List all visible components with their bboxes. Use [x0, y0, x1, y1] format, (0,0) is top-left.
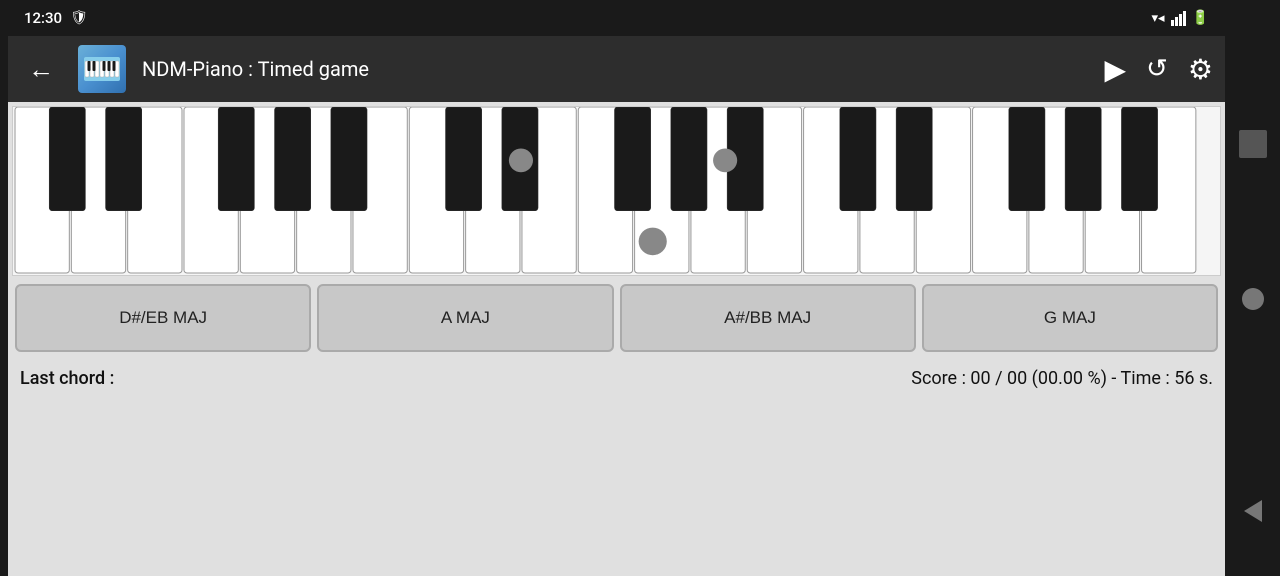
piano-dot-2	[713, 149, 737, 173]
last-chord-label: Last chord :	[20, 368, 114, 389]
app-icon	[78, 45, 126, 93]
piano-dot-3	[639, 228, 667, 256]
chord-button-1[interactable]: D#/EB MAJ	[15, 284, 311, 352]
status-bar-left: 12:30 🛡	[24, 9, 88, 27]
toolbar-actions: ▶ ↺ ⚙	[1105, 53, 1213, 86]
wifi-icon: ▾◂	[1152, 11, 1165, 26]
chord-button-4[interactable]: G MAJ	[922, 284, 1218, 352]
bottom-status: Last chord : Score : 00 / 00 (00.00 %) -…	[8, 360, 1225, 397]
left-sidebar	[0, 0, 8, 576]
sidebar-rect-icon	[1239, 130, 1267, 158]
toolbar: ← NDM-Piano : Timed gam	[8, 36, 1225, 102]
piano-keyboard-svg[interactable]: .wk { fill: white; stroke: #999; stroke-…	[13, 107, 1220, 275]
piano-dot-1	[509, 149, 533, 173]
sidebar-arrow-icon	[1244, 500, 1262, 522]
play-button[interactable]: ▶	[1105, 53, 1127, 86]
shield-icon: 🛡	[70, 10, 88, 26]
status-bar: 12:30 🛡 ▾◂ 🔋	[8, 0, 1225, 36]
sidebar-circle-icon	[1242, 288, 1264, 310]
piano-container: .wk { fill: white; stroke: #999; stroke-…	[12, 106, 1221, 276]
settings-button[interactable]: ⚙	[1188, 53, 1213, 86]
score-time-display: Score : 00 / 00 (00.00 %) - Time : 56 s.	[911, 368, 1213, 389]
chord-button-3[interactable]: A#/BB MAJ	[620, 284, 916, 352]
right-sidebar	[1225, 0, 1280, 576]
status-bar-right: ▾◂ 🔋	[1152, 10, 1210, 26]
chord-button-2[interactable]: A MAJ	[317, 284, 613, 352]
battery-icon: 🔋	[1192, 10, 1209, 26]
signal-icon	[1171, 11, 1186, 26]
back-button[interactable]: ←	[20, 50, 62, 89]
chord-buttons: D#/EB MAJ A MAJ A#/BB MAJ G MAJ	[12, 284, 1221, 352]
toolbar-title: NDM-Piano : Timed game	[142, 57, 1089, 81]
refresh-button[interactable]: ↺	[1146, 54, 1168, 84]
time-display: 12:30	[24, 9, 62, 27]
main-content: 12:30 🛡 ▾◂ 🔋 ←	[8, 0, 1225, 576]
